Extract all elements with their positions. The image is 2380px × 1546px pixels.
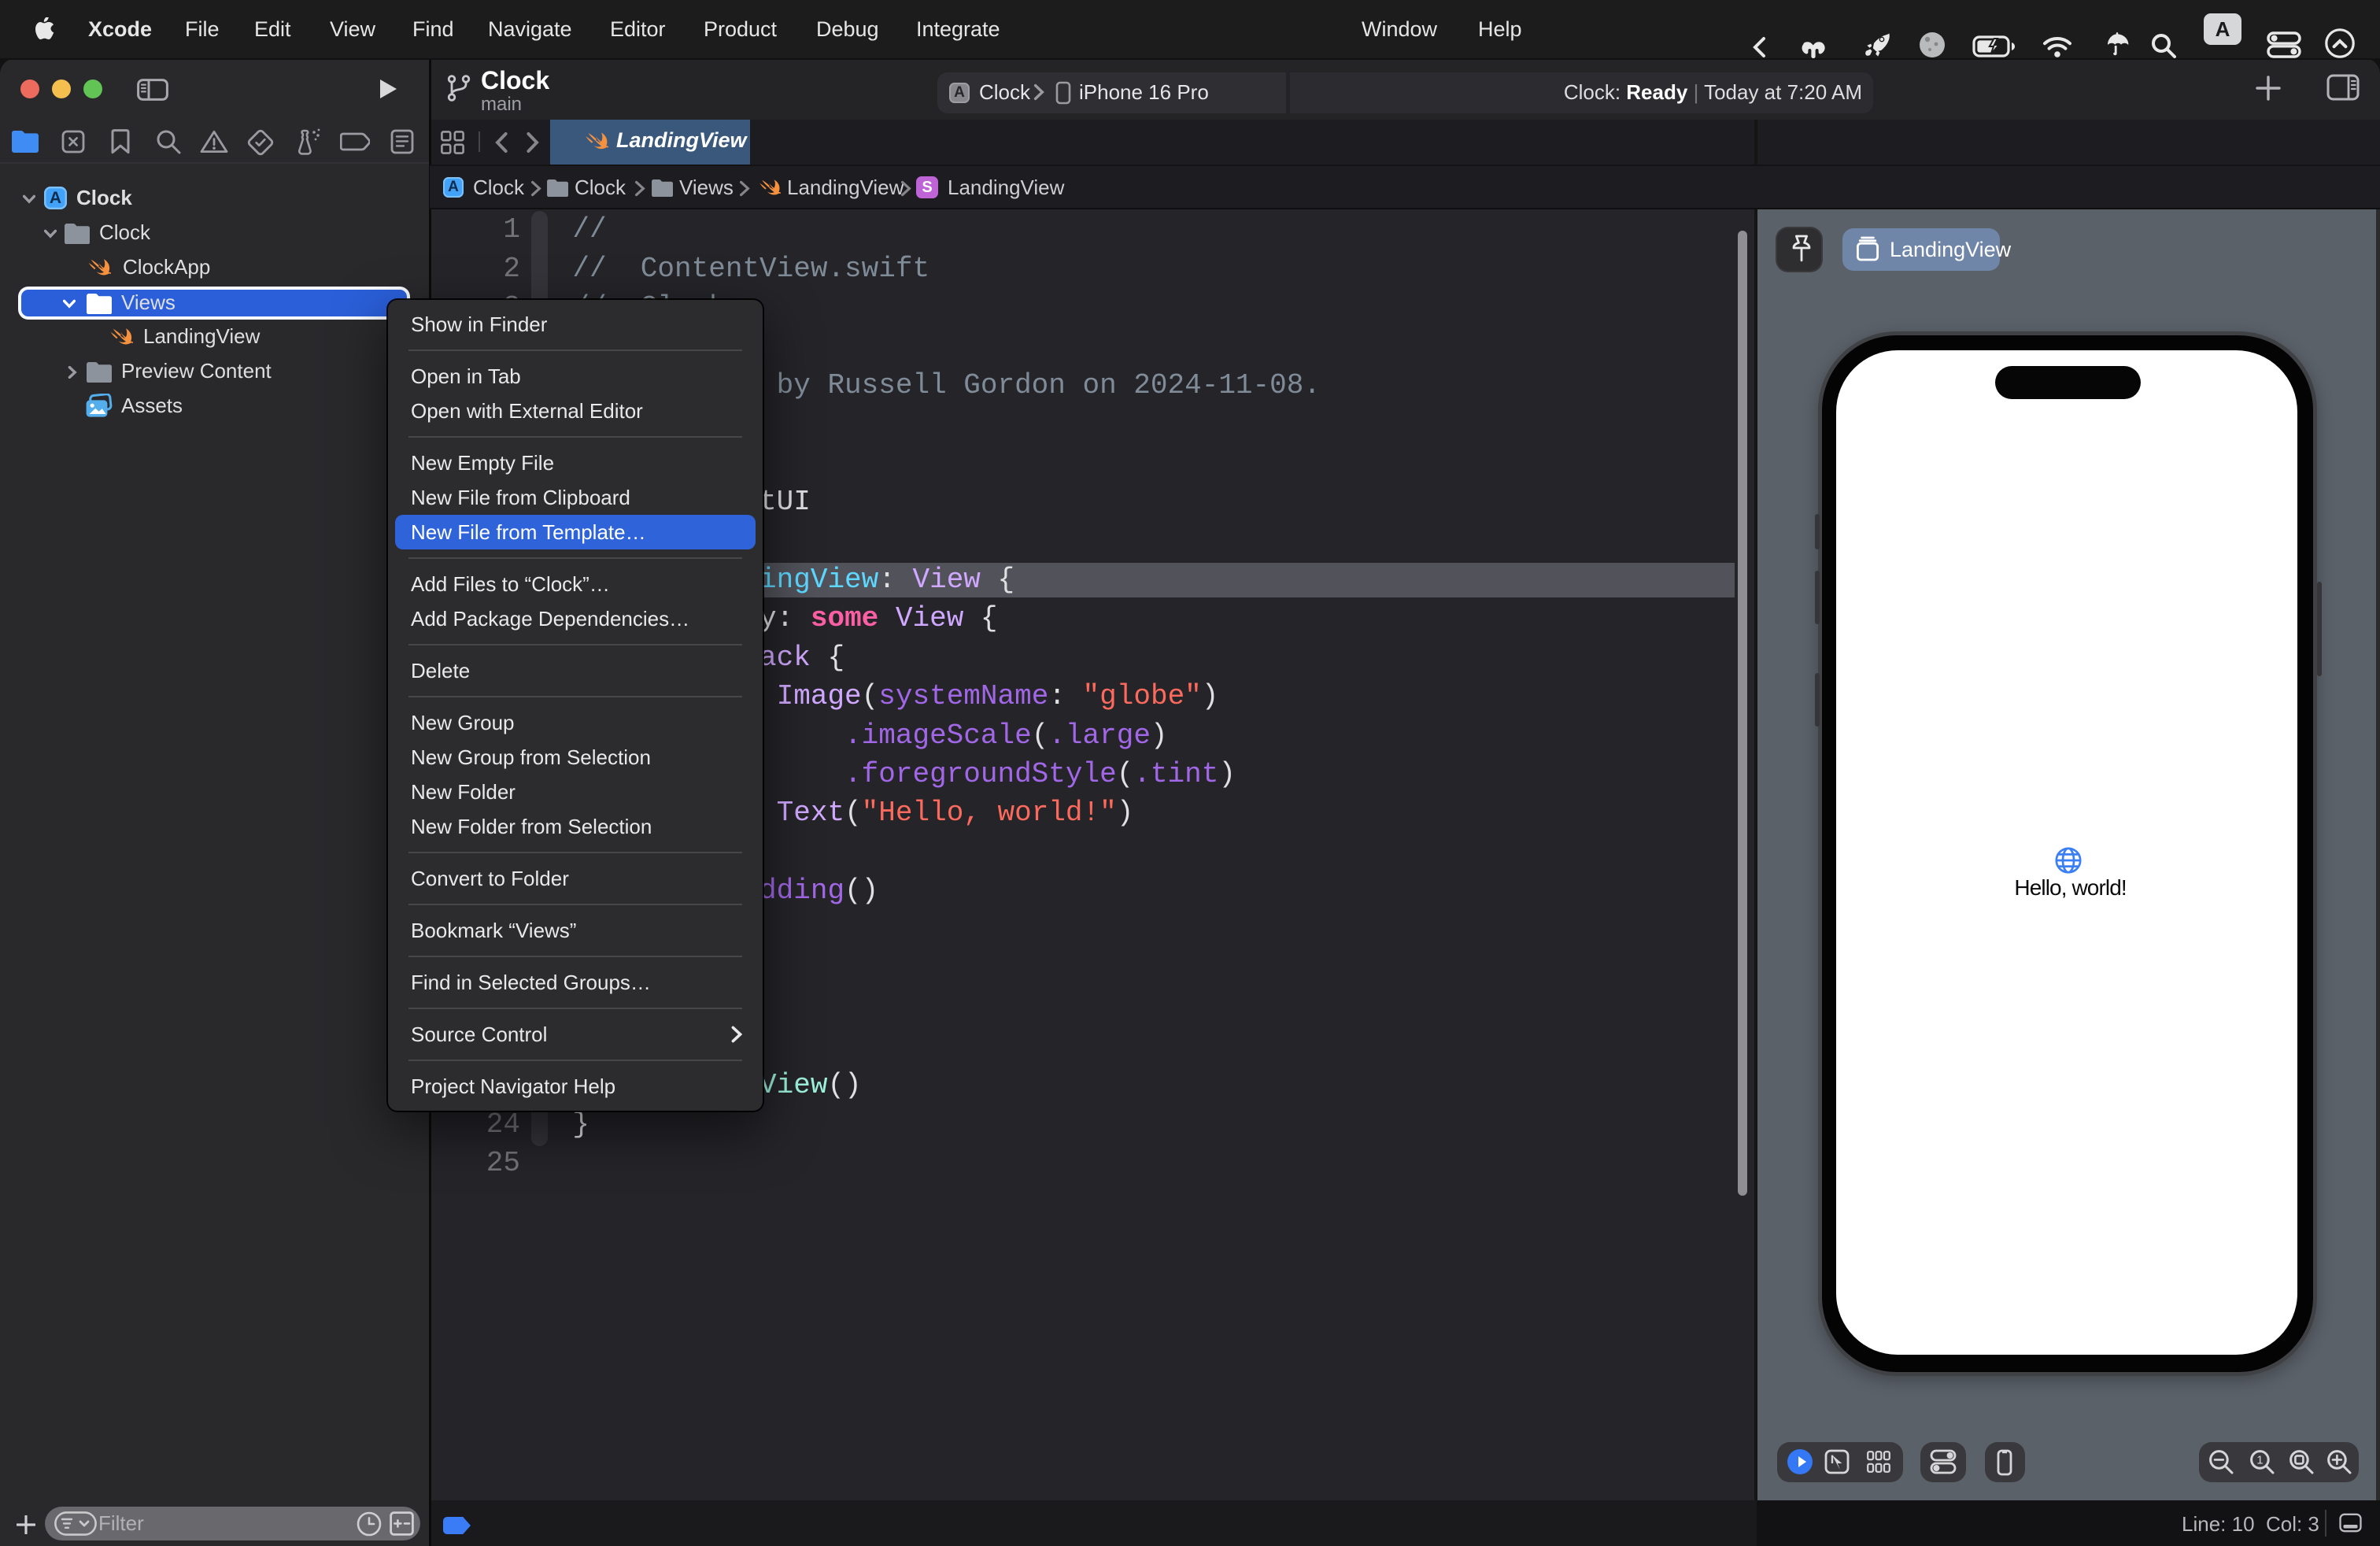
svg-text:1: 1: [2256, 1453, 2263, 1466]
